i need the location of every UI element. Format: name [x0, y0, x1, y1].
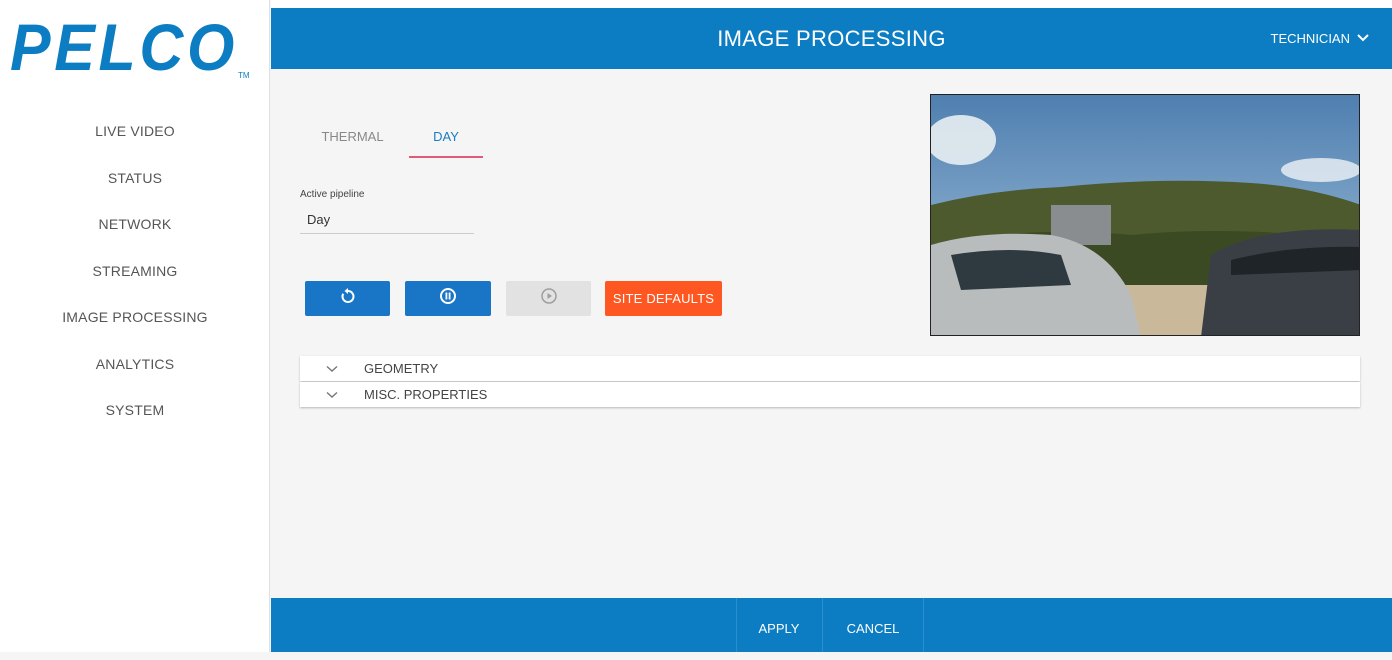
active-pipeline-field[interactable]: Day	[300, 206, 474, 234]
play-button[interactable]	[506, 281, 591, 316]
play-icon	[540, 287, 558, 310]
pipeline-tabs: THERMAL DAY	[300, 118, 483, 158]
active-pipeline-label: Active pipeline	[300, 189, 365, 200]
logo-trademark: TM	[238, 71, 250, 80]
section-geometry-label: GEOMETRY	[364, 361, 439, 376]
footer-divider	[923, 598, 924, 652]
tab-thermal[interactable]: THERMAL	[300, 118, 405, 158]
page-title: IMAGE PROCESSING	[717, 26, 946, 51]
camera-preview	[930, 94, 1360, 336]
sidebar-item-streaming[interactable]: STREAMING	[0, 248, 270, 295]
chevron-down-icon	[300, 365, 364, 373]
sidebar-item-image-processing[interactable]: IMAGE PROCESSING	[0, 294, 270, 341]
chevron-down-icon	[300, 391, 364, 399]
section-misc-properties-label: MISC. PROPERTIES	[364, 387, 488, 402]
cancel-button[interactable]: CANCEL	[823, 598, 923, 652]
top-strip	[271, 0, 1392, 8]
section-geometry[interactable]: GEOMETRY	[300, 356, 1360, 381]
apply-button[interactable]: APPLY	[737, 598, 821, 652]
sidebar-item-status[interactable]: STATUS	[0, 155, 270, 202]
chevron-down-icon	[1356, 8, 1370, 69]
reset-button[interactable]	[305, 281, 390, 316]
sidebar-item-system[interactable]: SYSTEM	[0, 387, 270, 434]
user-role: TECHNICIAN	[1270, 31, 1350, 46]
user-menu[interactable]: TECHNICIAN	[1271, 8, 1370, 69]
section-misc-properties[interactable]: MISC. PROPERTIES	[300, 382, 1360, 407]
sidebar-item-network[interactable]: NETWORK	[0, 201, 270, 248]
sidebar-item-analytics[interactable]: ANALYTICS	[0, 341, 270, 388]
pause-button[interactable]	[405, 281, 491, 316]
pause-icon	[439, 287, 457, 310]
reset-icon	[339, 287, 357, 310]
sidebar: PELCO TM LIVE VIDEO STATUS NETWORK STREA…	[0, 0, 270, 652]
sidebar-item-live-video[interactable]: LIVE VIDEO	[0, 108, 270, 155]
footer-bar: APPLY CANCEL	[271, 598, 1392, 652]
pelco-logo: PELCO TM	[8, 10, 258, 84]
tab-day[interactable]: DAY	[409, 118, 483, 158]
sidebar-nav: LIVE VIDEO STATUS NETWORK STREAMING IMAG…	[0, 108, 270, 434]
site-defaults-button[interactable]: SITE DEFAULTS	[605, 281, 722, 316]
header-bar: IMAGE PROCESSING TECHNICIAN	[271, 8, 1392, 69]
logo-wordmark: PELCO	[10, 14, 238, 82]
